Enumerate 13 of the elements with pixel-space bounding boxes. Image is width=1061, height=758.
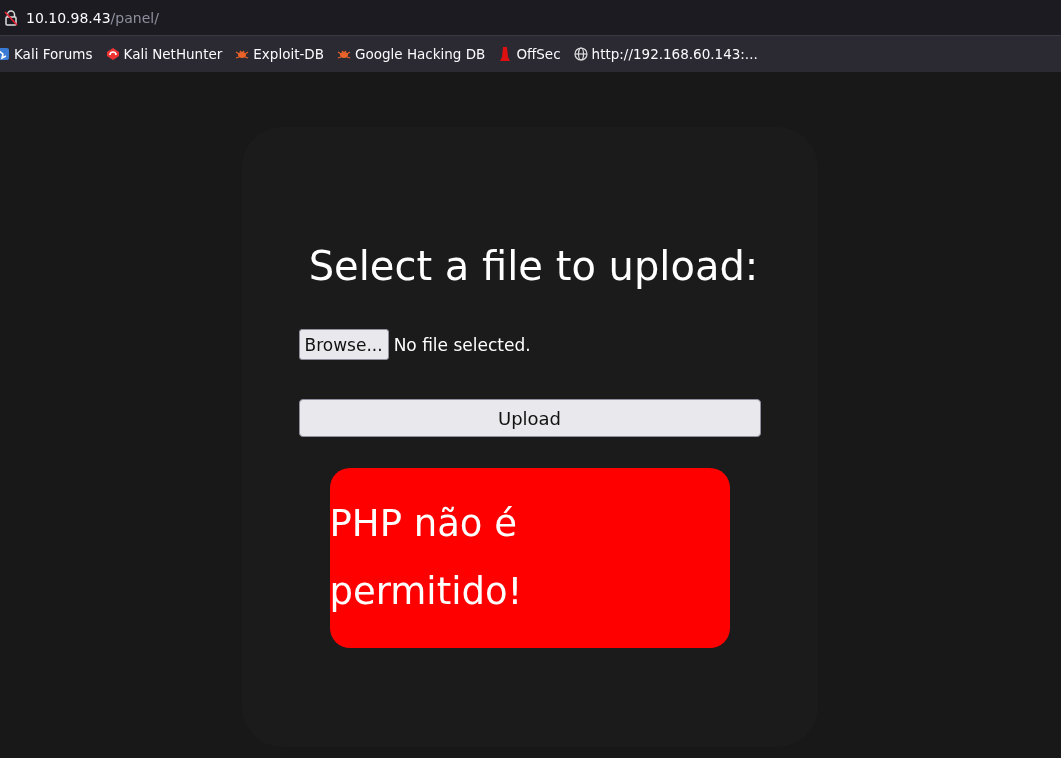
bookmark-item[interactable]: Kali Forums — [0, 46, 93, 62]
url-text: 10.10.98.43/panel/ — [26, 9, 159, 26]
upload-button[interactable]: Upload — [298, 399, 761, 437]
bookmark-item[interactable]: Exploit-DB — [235, 46, 324, 62]
bookmark-item[interactable]: Google Hacking DB — [337, 46, 486, 62]
address-bar[interactable]: 10.10.98.43/panel/ — [0, 0, 1061, 36]
bookmark-item[interactable]: Kali NetHunter — [105, 46, 223, 62]
bookmark-item[interactable]: OffSec — [498, 46, 561, 62]
browse-button[interactable]: Browse... — [298, 329, 389, 360]
bookmark-item[interactable]: http://192.168.60.143:... — [573, 46, 758, 62]
file-status-text: No file selected. — [393, 334, 531, 355]
error-message: PHP não é permitido! — [329, 468, 730, 648]
form-heading: Select a file to upload: — [308, 243, 759, 289]
